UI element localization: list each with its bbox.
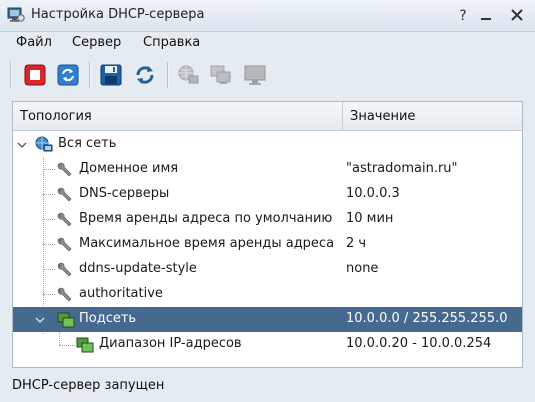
monitor-button[interactable] — [240, 60, 270, 90]
tree-row-subnet[interactable]: Подсеть 10.0.0.0 / 255.255.255.0 — [13, 307, 522, 332]
tree-row-label: Время аренды адреса по умолчанию — [79, 211, 333, 226]
tree-row-value: none — [346, 261, 379, 276]
menu-server[interactable]: Сервер — [71, 35, 122, 50]
tree-row-label: Максимальное время аренды адреса — [79, 236, 335, 251]
wrench-icon — [57, 262, 72, 277]
tree-row-label: Диапазон IP-адресов — [99, 336, 242, 351]
tree-row-label: authoritative — [79, 286, 163, 301]
column-header-value[interactable]: Значение — [350, 109, 415, 124]
help-icon[interactable]: ? — [454, 6, 472, 24]
tree-row-value: 10.0.0.20 - 10.0.0.254 — [346, 336, 492, 351]
svg-text:?: ? — [459, 8, 466, 24]
column-divider[interactable] — [342, 102, 343, 130]
refresh-icon — [57, 64, 79, 86]
tree-row-all-network[interactable]: Вся сеть — [13, 132, 522, 157]
save-icon — [100, 64, 122, 86]
toolbar-separator — [167, 62, 169, 88]
toolbar-separator — [10, 62, 12, 88]
network-globe-icon — [35, 136, 53, 152]
tree-row-label: Доменное имя — [79, 161, 179, 176]
close-icon[interactable] — [508, 6, 526, 24]
restart-button[interactable] — [53, 60, 83, 90]
reload-icon — [136, 66, 154, 84]
wrench-icon — [57, 212, 72, 227]
tree-row-max-lease-time[interactable]: Максимальное время аренды адреса 2 ч — [13, 232, 522, 257]
network-icon — [178, 65, 199, 84]
reload-button[interactable] — [130, 60, 160, 90]
wrench-icon — [57, 237, 72, 252]
tree-row-label: Вся сеть — [58, 136, 117, 151]
column-header-topology[interactable]: Топология — [20, 109, 92, 124]
tree-row-value: "astradomain.ru" — [346, 161, 458, 176]
subnet-icon — [57, 312, 75, 328]
window-title: Настройка DHCP-сервера — [31, 7, 205, 22]
tree-row-value: 10.0.0.0 / 255.255.255.0 — [346, 311, 508, 326]
status-bar-text: DHCP-сервер запущен — [12, 378, 165, 393]
tree-row-label: DNS-серверы — [79, 186, 170, 201]
save-button[interactable] — [96, 60, 126, 90]
copy-computer-button[interactable] — [206, 60, 236, 90]
wrench-icon — [57, 187, 72, 202]
tree-row-ddns-update-style[interactable]: ddns-update-style none — [13, 257, 522, 282]
chevron-down-icon[interactable] — [35, 315, 45, 325]
tree-row-authoritative[interactable]: authoritative — [13, 282, 522, 307]
table-header: Топология Значение — [13, 102, 522, 131]
chevron-down-icon[interactable] — [17, 140, 27, 150]
toolbar — [0, 56, 535, 94]
tree-row-value: 10.0.0.3 — [346, 186, 400, 201]
minimize-icon[interactable] — [477, 6, 495, 24]
tree-row-label: Подсеть — [79, 311, 137, 326]
tree-row-value: 10 мин — [346, 211, 394, 226]
network-button[interactable] — [173, 60, 203, 90]
tree-row-domain-name[interactable]: Доменное имя "astradomain.ru" — [13, 157, 522, 182]
tree-row-label: ddns-update-style — [79, 261, 197, 276]
copy-computer-icon — [210, 65, 231, 84]
wrench-icon — [57, 287, 72, 302]
monitor-icon — [244, 65, 266, 85]
topology-tree[interactable]: Топология Значение Вся сеть Доменное имя… — [12, 101, 523, 368]
menu-file[interactable]: Файл — [15, 35, 53, 50]
stop-button[interactable] — [20, 60, 50, 90]
menu-bar: Файл Сервер Справка — [0, 32, 535, 54]
tree-row-value: 2 ч — [346, 236, 367, 251]
ip-range-icon — [76, 337, 94, 353]
title-bar[interactable]: Настройка DHCP-сервера ? — [0, 0, 535, 32]
toolbar-separator — [89, 62, 91, 88]
tree-row-default-lease-time[interactable]: Время аренды адреса по умолчанию 10 мин — [13, 207, 522, 232]
stop-icon — [24, 64, 46, 86]
wrench-icon — [57, 162, 72, 177]
tree-row-ip-range[interactable]: Диапазон IP-адресов 10.0.0.20 - 10.0.0.2… — [13, 332, 522, 357]
tree-row-dns-servers[interactable]: DNS-серверы 10.0.0.3 — [13, 182, 522, 207]
app-icon — [7, 7, 25, 22]
menu-help[interactable]: Справка — [142, 35, 201, 50]
